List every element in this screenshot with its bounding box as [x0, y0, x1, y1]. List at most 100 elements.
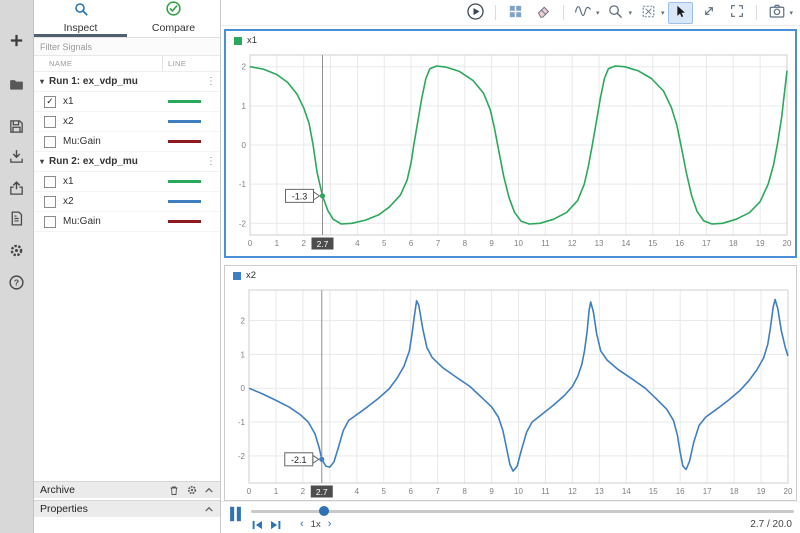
layout-button[interactable]	[503, 2, 528, 24]
x-tick-label: 2	[301, 239, 306, 248]
fit-to-view-button[interactable]	[636, 2, 661, 24]
x-tick-label: 1	[275, 239, 280, 248]
chevron-down-icon[interactable]: ▾	[596, 9, 600, 17]
clear-plots-button[interactable]	[531, 2, 556, 24]
run-group-row[interactable]: ▾ Run 2: ex_vdp_mu ⋮	[34, 152, 220, 172]
tab-inspect[interactable]: Inspect	[34, 0, 127, 37]
trash-icon[interactable]	[168, 484, 180, 497]
report-button[interactable]	[5, 208, 29, 232]
tab-compare[interactable]: Compare	[127, 0, 220, 37]
x-tick-label: 14	[622, 487, 631, 496]
row-menu-icon[interactable]: ⋮	[206, 76, 216, 87]
cursor-value-pointer[interactable]	[312, 454, 320, 465]
playback-bar: ‹ 1x › 2.7 / 20.0	[221, 501, 800, 533]
play-circle-icon	[466, 2, 485, 24]
pause-button[interactable]	[227, 505, 243, 533]
chevron-down-icon[interactable]: ▾	[661, 9, 665, 17]
speed-increase-button[interactable]: ›	[328, 519, 332, 530]
x-tick-label: 18	[729, 239, 738, 248]
y-tick-label: -1	[239, 180, 247, 189]
cursor-value-pointer[interactable]	[312, 190, 321, 201]
export-icon	[8, 180, 25, 200]
step-forward-button[interactable]	[269, 519, 282, 531]
filter-signals-input[interactable]	[34, 38, 220, 55]
signal-line-swatch[interactable]	[167, 180, 208, 183]
chevron-up-icon[interactable]	[204, 486, 214, 494]
signal-checkbox[interactable]: ✓	[44, 95, 56, 108]
archive-bar[interactable]: Archive	[34, 481, 220, 498]
import-icon	[8, 148, 25, 168]
signal-line-swatch[interactable]	[167, 200, 208, 203]
signal-line-swatch[interactable]	[167, 100, 208, 103]
x-tick-label: 5	[382, 487, 387, 496]
signal-line-swatch[interactable]	[167, 220, 208, 223]
signal-row[interactable]: x2	[34, 112, 220, 132]
signal-checkbox[interactable]	[44, 175, 56, 188]
cursor-marker[interactable]	[319, 456, 325, 462]
run-group-row[interactable]: ▾ Run 1: ex_vdp_mu ⋮	[34, 72, 220, 92]
archive-settings-icon[interactable]	[186, 484, 198, 496]
open-button[interactable]	[5, 74, 29, 98]
row-menu-icon[interactable]: ⋮	[206, 156, 216, 167]
x-tick-label: 2	[301, 487, 306, 496]
chevron-down-icon[interactable]: ▾	[789, 9, 793, 17]
save-icon	[8, 118, 25, 138]
signal-row[interactable]: x1	[34, 172, 220, 192]
signal-checkbox[interactable]	[44, 215, 56, 228]
plot-area-x2[interactable]: 01234567891011121314151617181920-2-1012-…	[225, 284, 793, 500]
slider-track[interactable]	[251, 510, 794, 513]
fullscreen-button[interactable]	[724, 2, 749, 24]
cursor-value-label[interactable]: -1.3	[292, 191, 308, 201]
chevron-down-icon[interactable]: ▾	[628, 9, 632, 17]
signal-line-swatch[interactable]	[167, 140, 208, 143]
gear-icon	[8, 242, 25, 262]
run-button[interactable]	[463, 2, 488, 24]
pointer-tool-button[interactable]	[668, 1, 694, 24]
time-slider[interactable]	[251, 504, 794, 517]
x-tick-label: 15	[648, 239, 657, 248]
signal-trace-button[interactable]	[571, 2, 596, 24]
signal-line-swatch[interactable]	[167, 120, 208, 123]
chart-card-x1[interactable]: x1 01234567891011121314151617181920-2-10…	[224, 29, 797, 258]
expander-icon[interactable]: ▾	[40, 157, 49, 166]
signal-row[interactable]: x2	[34, 192, 220, 212]
slider-handle[interactable]	[319, 506, 330, 516]
chevron-up-icon[interactable]	[204, 505, 214, 513]
x-tick-label: 12	[568, 239, 577, 248]
x-tick-label: 10	[514, 239, 523, 248]
chart-card-x2[interactable]: x2 01234567891011121314151617181920-2-10…	[224, 265, 797, 501]
snapshot-button[interactable]	[764, 2, 789, 24]
signal-checkbox[interactable]	[44, 195, 56, 208]
archive-label: Archive	[40, 484, 76, 496]
new-button[interactable]	[5, 30, 29, 54]
speed-decrease-button[interactable]: ‹	[300, 519, 304, 530]
expander-icon[interactable]: ▾	[40, 77, 49, 86]
properties-bar[interactable]: Properties	[34, 500, 220, 517]
signal-row[interactable]: Mu:Gain	[34, 132, 220, 152]
document-icon	[8, 210, 25, 230]
cursor-value-label[interactable]: -2.1	[291, 455, 307, 465]
x-tick-label: 13	[595, 487, 604, 496]
legend-label: x1	[247, 35, 258, 46]
cursor-time-label[interactable]: 2.7	[317, 239, 329, 249]
zoom-button[interactable]	[603, 2, 628, 24]
column-name: NAME	[49, 59, 73, 68]
import-button[interactable]	[5, 146, 29, 170]
preferences-button[interactable]	[5, 240, 29, 264]
export-button[interactable]	[5, 178, 29, 202]
signal-row[interactable]: ✓ x1	[34, 92, 220, 112]
cursor-time-label[interactable]: 2.7	[316, 487, 328, 497]
expand-button[interactable]	[696, 2, 721, 24]
signal-checkbox[interactable]	[44, 135, 56, 148]
y-tick-label: 0	[242, 141, 247, 150]
save-button[interactable]	[5, 116, 29, 140]
cursor-marker[interactable]	[319, 193, 326, 199]
x-tick-label: 15	[649, 487, 658, 496]
speed-value[interactable]: 1x	[311, 519, 321, 530]
plot-area-x1[interactable]: 01234567891011121314151617181920-2-1012-…	[226, 49, 792, 252]
signal-checkbox[interactable]	[44, 115, 56, 128]
help-button[interactable]: ?	[5, 272, 29, 296]
signal-row[interactable]: Mu:Gain	[34, 212, 220, 232]
signal-rows: ▾ Run 1: ex_vdp_mu ⋮ ✓ x1 x2 Mu:Gain ▾ Run 2: ex…	[34, 72, 220, 481]
step-back-button[interactable]	[251, 519, 264, 531]
